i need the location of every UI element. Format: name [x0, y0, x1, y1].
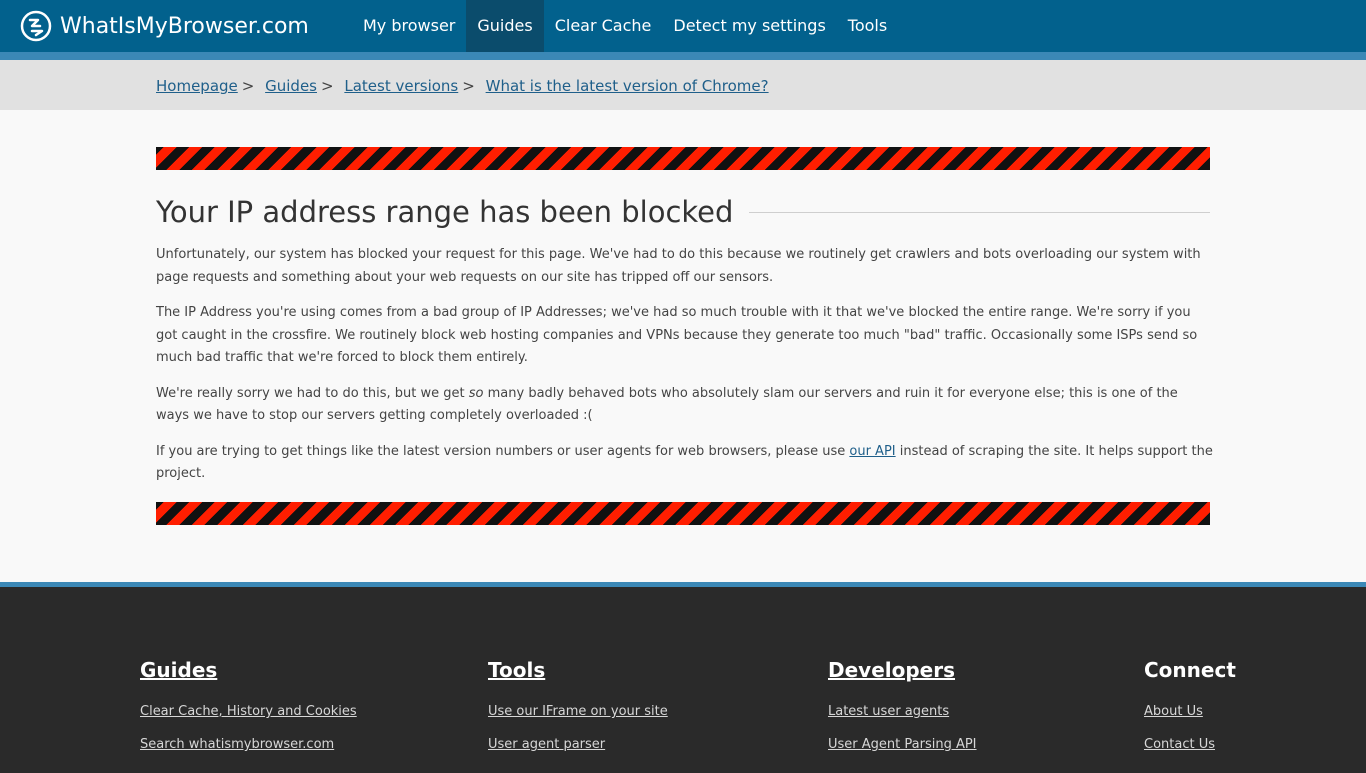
main-content: Your IP address range has been blocked U… [0, 110, 1366, 583]
top-navigation-bar: WhatIsMyBrowser.com My browser Guides Cl… [0, 0, 1366, 60]
footer-link-latest-ua[interactable]: Latest user agents [828, 703, 977, 720]
nav-my-browser[interactable]: My browser [352, 0, 466, 52]
page-heading-row: Your IP address range has been blocked [156, 194, 1210, 230]
footer-link-ua-parser[interactable]: User agent parser [488, 736, 668, 753]
main-nav: My browser Guides Clear Cache Detect my … [352, 0, 898, 52]
footer-tools-column: Tools Use our IFrame on your site User a… [488, 657, 668, 769]
nav-detect-settings[interactable]: Detect my settings [662, 0, 836, 52]
footer-guides-heading[interactable]: Guides [140, 657, 357, 683]
browser-logo-icon [20, 10, 52, 42]
breadcrumb-separator: > [462, 77, 475, 95]
warning-stripe-top [156, 147, 1210, 170]
footer-developers-column: Developers Latest user agents User Agent… [828, 657, 977, 769]
site-logo-link[interactable]: WhatIsMyBrowser.com [20, 0, 309, 52]
emphasis-so: so [468, 385, 484, 401]
footer-link-iframe[interactable]: Use our IFrame on your site [488, 703, 668, 720]
breadcrumb-separator: > [321, 77, 334, 95]
site-logo-text: WhatIsMyBrowser.com [60, 13, 309, 39]
nav-guides[interactable]: Guides [466, 0, 544, 52]
breadcrumb-homepage[interactable]: Homepage [156, 77, 238, 95]
footer-connect-heading: Connect [1144, 658, 1236, 682]
page-title: Your IP address range has been blocked [156, 195, 734, 229]
footer-link-about[interactable]: About Us [1144, 703, 1236, 720]
breadcrumb-guides[interactable]: Guides [265, 77, 317, 95]
footer-link-search[interactable]: Search whatismybrowser.com [140, 736, 357, 753]
footer-link-ua-api[interactable]: User Agent Parsing API [828, 736, 977, 753]
nav-clear-cache[interactable]: Clear Cache [544, 0, 663, 52]
paragraph-api-text: If you are trying to get things like the… [156, 443, 850, 459]
footer-guides-column: Guides Clear Cache, History and Cookies … [140, 657, 357, 769]
footer-developers-heading[interactable]: Developers [828, 657, 977, 683]
our-api-link[interactable]: our API [849, 444, 895, 459]
footer-tools-heading[interactable]: Tools [488, 657, 668, 683]
footer-connect-column: Connect About Us Contact Us [1144, 657, 1236, 769]
nav-tools[interactable]: Tools [837, 0, 898, 52]
paragraph-apology: We're really sorry we had to do this, bu… [156, 383, 1214, 428]
footer-link-clear-cache[interactable]: Clear Cache, History and Cookies [140, 703, 357, 720]
blocked-message: Unfortunately, our system has blocked yo… [156, 244, 1214, 499]
paragraph-apology-text: We're really sorry we had to do this, bu… [156, 385, 469, 401]
footer-link-contact[interactable]: Contact Us [1144, 736, 1236, 753]
breadcrumb: Homepage > Guides > Latest versions > What … [156, 77, 769, 95]
breadcrumb-separator: > [241, 77, 255, 95]
warning-stripe-bottom [156, 502, 1210, 525]
heading-divider [749, 211, 1210, 213]
paragraph-api: If you are trying to get things like the… [156, 441, 1214, 486]
paragraph-ip-range: The IP Address you're using comes from a… [156, 305, 1198, 365]
breadcrumb-latest-versions[interactable]: Latest versions [344, 77, 458, 95]
paragraph-intro: Unfortunately, our system has blocked yo… [156, 247, 1201, 285]
site-footer: Guides Clear Cache, History and Cookies … [0, 582, 1366, 773]
breadcrumb-chrome-version[interactable]: What is the latest version of Chrome? [486, 77, 769, 95]
